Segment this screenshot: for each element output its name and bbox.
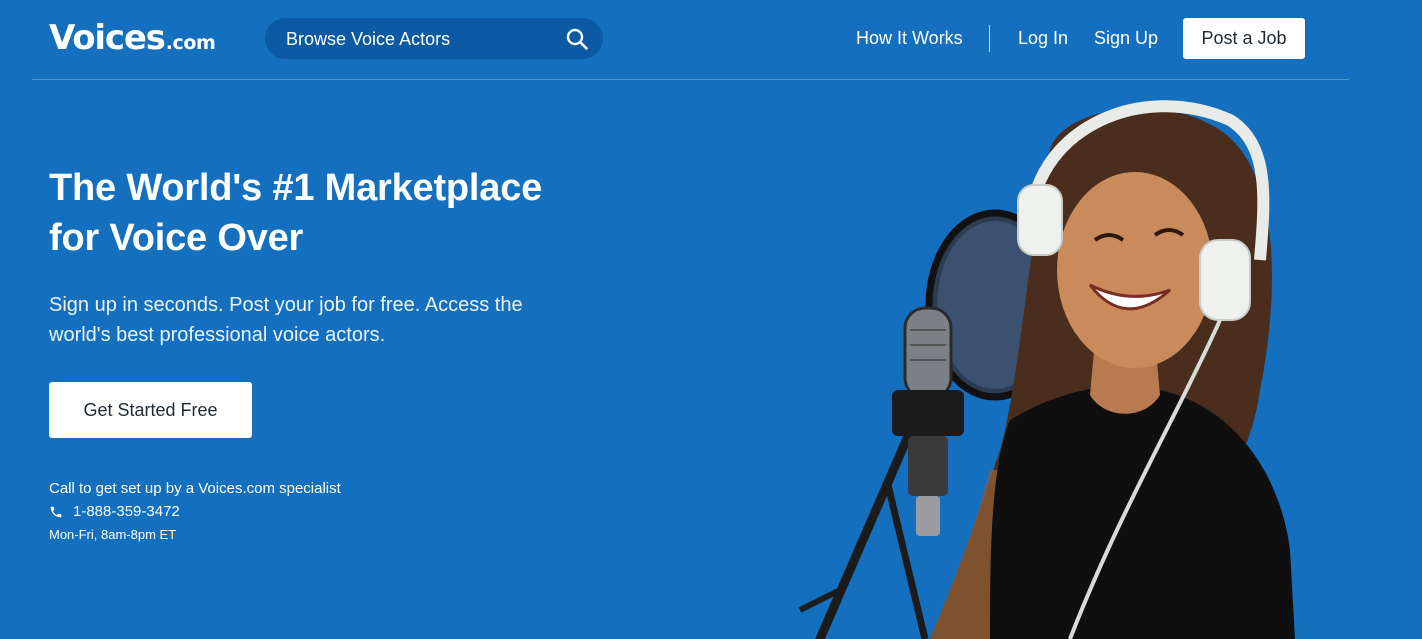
voice-actor-photo bbox=[798, 100, 1295, 639]
hero-subtitle-line-2: world's best professional voice actors. bbox=[49, 324, 386, 346]
nav-divider bbox=[989, 25, 990, 52]
logo-wordmark: Voices bbox=[49, 18, 166, 58]
logo-tld: .com bbox=[165, 32, 216, 54]
get-started-free-button[interactable]: Get Started Free bbox=[49, 382, 252, 438]
business-hours: Mon-Fri, 8am-8pm ET bbox=[49, 527, 177, 542]
face bbox=[1057, 172, 1213, 368]
site-header: Voices .com Browse Voice Actors How It W… bbox=[0, 0, 1422, 80]
phone-icon bbox=[50, 506, 62, 517]
browse-voice-actors-search[interactable]: Browse Voice Actors bbox=[265, 18, 603, 59]
nav-sign-up[interactable]: Sign Up bbox=[1094, 28, 1158, 49]
nav-log-in[interactable]: Log In bbox=[1018, 28, 1068, 49]
search-label: Browse Voice Actors bbox=[286, 29, 451, 49]
post-a-job-button[interactable]: Post a Job bbox=[1183, 18, 1305, 59]
voices-logo[interactable]: Voices .com bbox=[49, 18, 216, 58]
phone-contact: 1-888-359-3472 bbox=[49, 503, 180, 520]
search-icon[interactable] bbox=[565, 27, 589, 51]
nav-how-it-works[interactable]: How It Works bbox=[856, 28, 963, 49]
hero-title-line-1: The World's #1 Marketplace bbox=[49, 167, 543, 209]
hero-title: The World's #1 Marketplace for Voice Ove… bbox=[49, 163, 609, 263]
hero-title-line-2: for Voice Over bbox=[49, 217, 304, 259]
call-specialist-text: Call to get set up by a Voices.com speci… bbox=[49, 480, 341, 497]
hero-subtitle-line-1: Sign up in seconds. Post your job for fr… bbox=[49, 294, 523, 316]
phone-number[interactable]: 1-888-359-3472 bbox=[73, 503, 180, 520]
mic-stand bbox=[798, 415, 929, 639]
hero-subtitle: Sign up in seconds. Post your job for fr… bbox=[49, 290, 569, 350]
header-divider bbox=[32, 79, 1349, 80]
